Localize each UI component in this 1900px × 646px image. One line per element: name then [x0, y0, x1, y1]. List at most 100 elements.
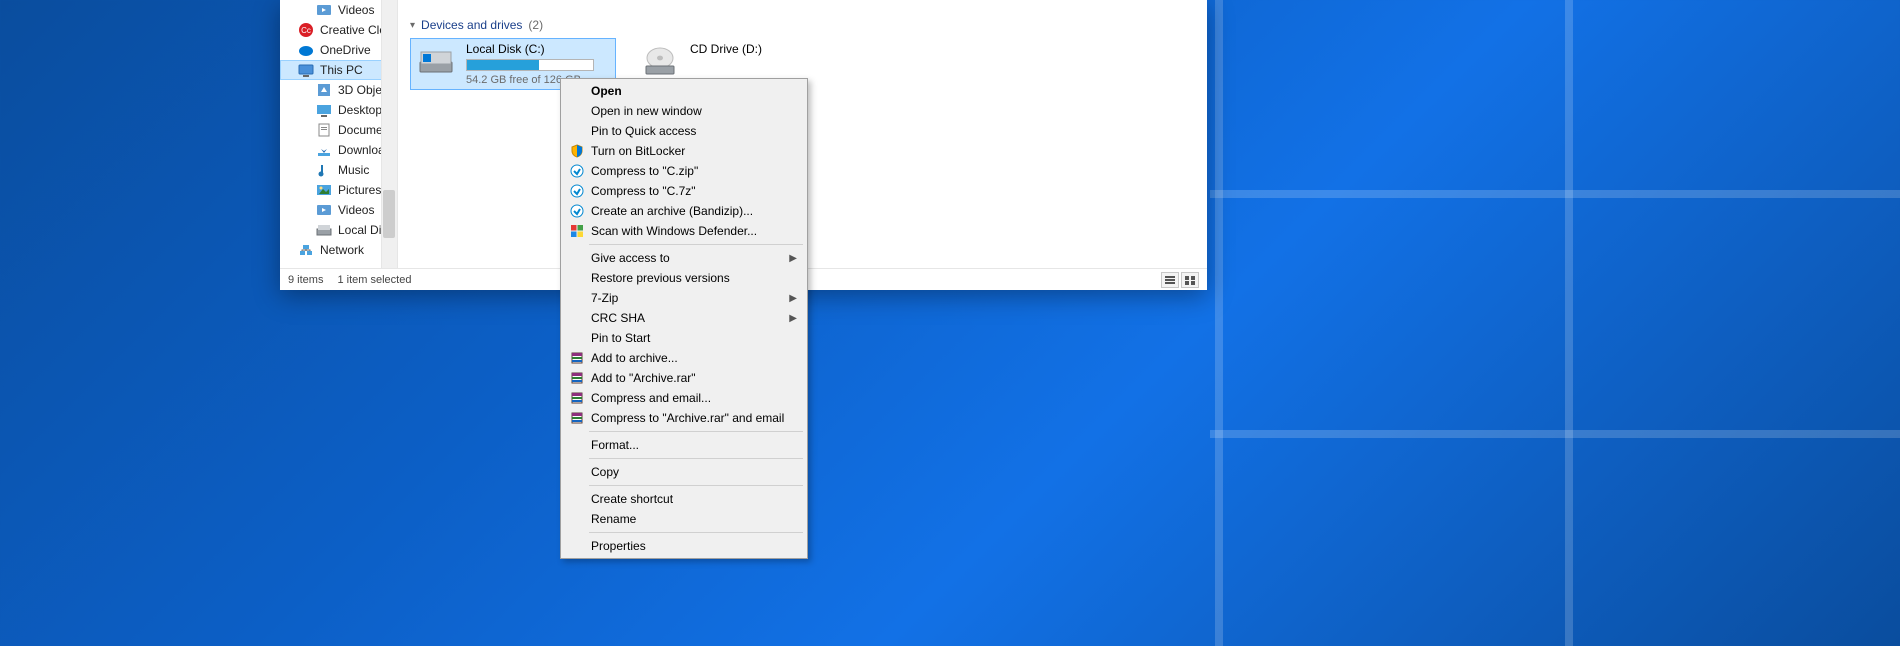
- svg-text:Cc: Cc: [301, 26, 311, 35]
- shield-icon: [569, 143, 585, 159]
- menu-item-24[interactable]: Rename: [563, 509, 805, 529]
- view-large-icons-button[interactable]: [1181, 272, 1199, 288]
- menu-item-10[interactable]: Restore previous versions: [563, 268, 805, 288]
- menu-item-4[interactable]: Compress to "C.zip": [563, 161, 805, 181]
- scrollbar-thumb[interactable]: [383, 190, 395, 238]
- menu-item-label: Scan with Windows Defender...: [591, 224, 757, 238]
- nav-item-videos-0[interactable]: Videos: [280, 0, 397, 20]
- menu-item-9[interactable]: Give access to ▶: [563, 248, 805, 268]
- menu-item-5[interactable]: Compress to "C.7z": [563, 181, 805, 201]
- menu-item-11[interactable]: 7-Zip ▶: [563, 288, 805, 308]
- menu-item-26[interactable]: Properties: [563, 536, 805, 556]
- context-menu: Open Open in new window Pin to Quick acces…: [560, 78, 808, 559]
- view-details-button[interactable]: [1161, 272, 1179, 288]
- menu-item-label: Add to archive...: [591, 351, 678, 365]
- menu-item-12[interactable]: CRC SHA▶: [563, 308, 805, 328]
- nav-item-onedrive-2[interactable]: OneDrive: [280, 40, 397, 60]
- nav-item-label: OneDrive: [320, 43, 371, 57]
- menu-item-14[interactable]: Add to archive...: [563, 348, 805, 368]
- hard-drive-icon: [416, 42, 456, 82]
- menu-item-label: Format...: [591, 438, 639, 452]
- menu-item-label: Open in new window: [591, 104, 702, 118]
- nav-item-pc-3[interactable]: This PC: [280, 60, 397, 80]
- chevron-down-icon: ▾: [410, 20, 415, 31]
- nav-item-label: Desktop: [338, 103, 382, 117]
- nav-item-label: Music: [338, 163, 369, 177]
- nav-item-label: Pictures: [338, 183, 381, 197]
- nav-item-music-8[interactable]: Music: [280, 160, 397, 180]
- menu-item-3[interactable]: Turn on BitLocker: [563, 141, 805, 161]
- menu-item-label: Pin to Quick access: [591, 124, 696, 138]
- menu-item-label: Turn on BitLocker: [591, 144, 685, 158]
- menu-item-label: Restore previous versions: [591, 271, 730, 285]
- menu-item-label: CRC SHA: [591, 311, 645, 325]
- menu-separator: [589, 458, 803, 459]
- capacity-fill: [467, 60, 539, 70]
- drive-name: CD Drive (D:): [690, 42, 762, 56]
- menu-item-16[interactable]: Compress and email...: [563, 388, 805, 408]
- drive-name: Local Disk (C:): [466, 42, 594, 56]
- group-header-devices[interactable]: ▾ Devices and drives (2): [398, 12, 1207, 34]
- group-title: Devices and drives: [421, 18, 522, 32]
- cc-icon: Cc: [298, 22, 314, 38]
- submenu-arrow-icon: ▶: [789, 253, 797, 264]
- nav-item-documents-6[interactable]: Documents: [280, 120, 397, 140]
- rar-icon: [569, 350, 585, 366]
- menu-item-15[interactable]: Add to "Archive.rar": [563, 368, 805, 388]
- bandizip-icon: [569, 203, 585, 219]
- nav-item-network-12[interactable]: Network: [280, 240, 397, 260]
- menu-separator: [589, 431, 803, 432]
- nav-item-videos-10[interactable]: Videos: [280, 200, 397, 220]
- menu-item-6[interactable]: Create an archive (Bandizip)...: [563, 201, 805, 221]
- menu-item-2[interactable]: Pin to Quick access: [563, 121, 805, 141]
- nav-item-label: Videos: [338, 3, 374, 17]
- status-item-count: 9 items: [288, 274, 323, 286]
- nav-item-label: This PC: [320, 63, 363, 77]
- videos-icon: [316, 202, 332, 218]
- menu-item-7[interactable]: Scan with Windows Defender...: [563, 221, 805, 241]
- nav-item-desktop-5[interactable]: Desktop: [280, 100, 397, 120]
- defender-icon: [569, 223, 585, 239]
- rar-icon: [569, 370, 585, 386]
- pc-icon: [298, 62, 314, 78]
- menu-item-0[interactable]: Open: [563, 81, 805, 101]
- nav-item-cc-1[interactable]: CcCreative Cloud Fil: [280, 20, 397, 40]
- nav-item-3d-4[interactable]: 3D Objects: [280, 80, 397, 100]
- group-count: (2): [528, 18, 543, 32]
- menu-item-13[interactable]: Pin to Start: [563, 328, 805, 348]
- nav-item-downloads-7[interactable]: Downloads: [280, 140, 397, 160]
- menu-item-label: Compress to "Archive.rar" and email: [591, 411, 784, 425]
- menu-item-label: Open: [591, 84, 622, 98]
- cd-drive-icon: [640, 42, 680, 82]
- menu-separator: [589, 244, 803, 245]
- menu-item-label: Properties: [591, 539, 646, 553]
- documents-icon: [316, 122, 332, 138]
- disk-icon: [316, 222, 332, 238]
- submenu-arrow-icon: ▶: [789, 293, 797, 304]
- menu-item-17[interactable]: Compress to "Archive.rar" and email: [563, 408, 805, 428]
- menu-item-label: Give access to: [591, 251, 670, 265]
- nav-scrollbar[interactable]: [381, 0, 397, 268]
- nav-item-pictures-9[interactable]: Pictures: [280, 180, 397, 200]
- menu-item-23[interactable]: Create shortcut: [563, 489, 805, 509]
- menu-item-19[interactable]: Format...: [563, 435, 805, 455]
- menu-item-label: Compress to "C.zip": [591, 164, 698, 178]
- pictures-icon: [316, 182, 332, 198]
- menu-separator: [589, 532, 803, 533]
- nav-item-disk-11[interactable]: Local Disk (C:): [280, 220, 397, 240]
- bandizip-icon: [569, 163, 585, 179]
- rar-icon: [569, 410, 585, 426]
- menu-item-label: Compress to "C.7z": [591, 184, 696, 198]
- menu-item-label: Copy: [591, 465, 619, 479]
- menu-item-1[interactable]: Open in new window: [563, 101, 805, 121]
- 3d-icon: [316, 82, 332, 98]
- desktop-icon: [316, 102, 332, 118]
- menu-item-21[interactable]: Copy: [563, 462, 805, 482]
- capacity-bar: [466, 59, 594, 71]
- menu-item-label: Rename: [591, 512, 636, 526]
- menu-item-label: 7-Zip: [591, 291, 618, 305]
- menu-item-label: Add to "Archive.rar": [591, 371, 696, 385]
- navigation-pane[interactable]: Videos CcCreative Cloud Fil OneDrive This P…: [280, 0, 398, 268]
- onedrive-icon: [298, 42, 314, 58]
- downloads-icon: [316, 142, 332, 158]
